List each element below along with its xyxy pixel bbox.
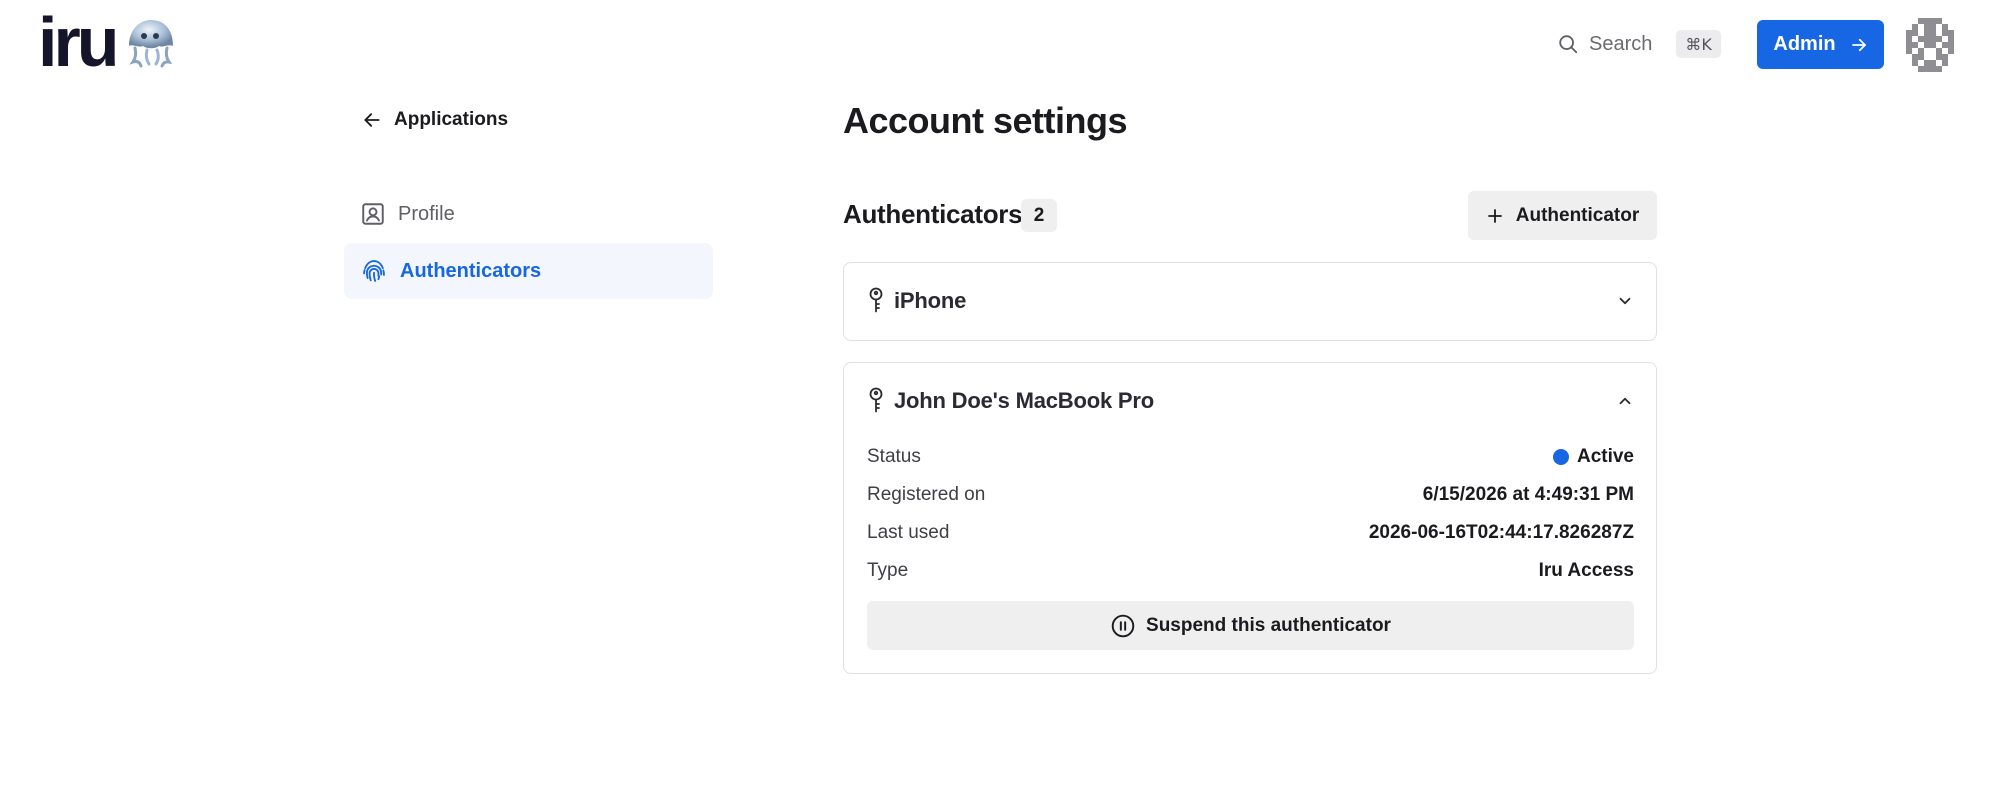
pause-circle-icon: [1111, 614, 1135, 637]
user-avatar[interactable]: [1906, 18, 1954, 72]
admin-button-label: Admin: [1773, 33, 1836, 55]
chevron-down-icon[interactable]: [1616, 292, 1634, 310]
jellyfish-mascot-icon: [129, 20, 174, 68]
plus-icon: [1487, 208, 1502, 223]
back-to-applications-link[interactable]: Applications: [362, 109, 508, 131]
suspend-authenticator-button[interactable]: Suspend this authenticator: [867, 601, 1634, 650]
search-icon: [1559, 35, 1578, 54]
profile-icon: [362, 203, 384, 225]
section-title: Authenticators: [843, 199, 1023, 229]
back-link-label: Applications: [394, 109, 509, 130]
sidebar-item-profile[interactable]: Profile: [344, 186, 713, 242]
authenticator-card-header[interactable]: John Doe's MacBook Pro: [866, 363, 1634, 439]
fingerprint-icon: [363, 260, 385, 282]
chevron-up-icon[interactable]: [1616, 392, 1634, 410]
authenticator-card: iPhone: [843, 262, 1657, 341]
authenticator-count-badge: 2: [1021, 199, 1057, 232]
search-label: Search: [1589, 32, 1653, 55]
detail-label: Type: [867, 560, 909, 581]
detail-row-type: Type Iru Access: [867, 552, 1634, 590]
detail-label: Status: [867, 446, 921, 467]
arrow-right-icon: [1851, 38, 1866, 51]
sidebar-item-authenticators[interactable]: Authenticators: [344, 243, 713, 299]
arrow-left-icon: [364, 113, 380, 127]
detail-row-status: Status Active: [867, 438, 1634, 476]
suspend-button-label: Suspend this authenticator: [1146, 614, 1391, 636]
sidebar-item-label: Profile: [398, 202, 455, 225]
app-logo[interactable]: iru: [38, 7, 179, 77]
detail-value: Iru Access: [1538, 560, 1634, 581]
logo-text: iru: [38, 3, 119, 81]
search-button[interactable]: Search ⌘K: [1557, 28, 1721, 60]
admin-button[interactable]: Admin: [1757, 20, 1884, 69]
key-icon: [869, 387, 883, 413]
authenticator-card-header[interactable]: iPhone: [866, 263, 1634, 339]
key-icon: [869, 287, 883, 313]
add-authenticator-button[interactable]: Authenticator: [1468, 191, 1657, 240]
detail-value: 2026-06-16T02:44:17.826287Z: [1368, 522, 1634, 543]
status-dot-icon: [1552, 449, 1569, 465]
authenticator-card: John Doe's MacBook Pro Status Active Reg…: [843, 362, 1657, 674]
detail-label: Last used: [867, 522, 950, 543]
search-shortcut-badge: ⌘K: [1676, 30, 1721, 58]
detail-label: Registered on: [867, 484, 986, 505]
status-badge: Active: [1552, 446, 1634, 468]
authenticator-details: Status Active Registered on 6/15/2026 at…: [867, 438, 1634, 590]
detail-value: Active: [1576, 446, 1634, 467]
sidebar-item-label: Authenticators: [400, 259, 542, 282]
authenticator-name: iPhone: [894, 288, 967, 313]
detail-value: 6/15/2026 at 4:49:31 PM: [1422, 484, 1634, 505]
detail-row-last-used: Last used 2026-06-16T02:44:17.826287Z: [867, 514, 1634, 552]
detail-row-registered: Registered on 6/15/2026 at 4:49:31 PM: [867, 476, 1634, 514]
authenticator-name: John Doe's MacBook Pro: [894, 388, 1154, 413]
page-title: Account settings: [843, 100, 1128, 141]
add-authenticator-label: Authenticator: [1515, 204, 1640, 226]
